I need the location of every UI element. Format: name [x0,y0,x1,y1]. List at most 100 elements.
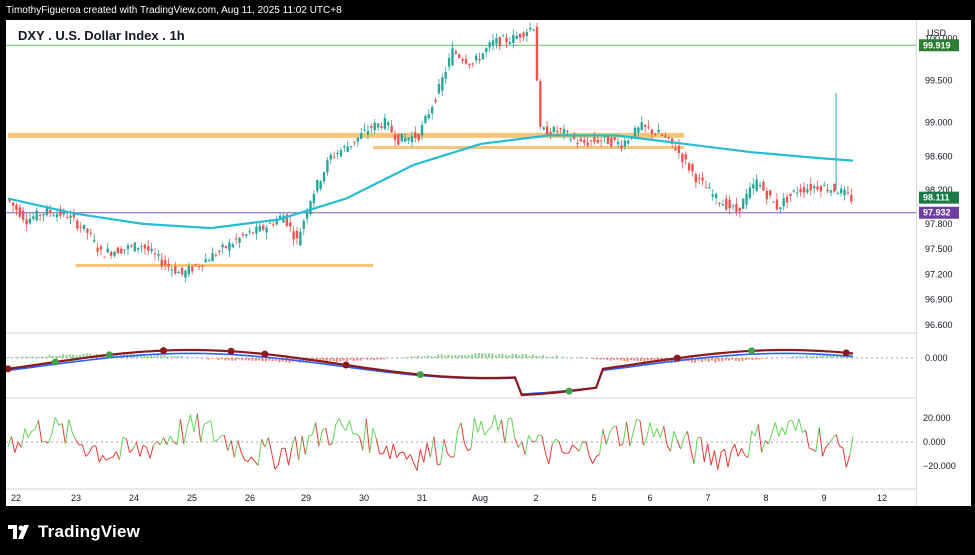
osc1-histogram-bar [626,358,629,362]
osc2-line-segment [207,420,212,423]
candle-body [843,189,846,196]
osc1-histogram-bar [217,358,220,361]
osc2-line-segment [48,432,53,444]
osc1-histogram-bar [511,353,514,358]
osc1-histogram-bar [166,356,169,358]
osc2-line-segment [156,440,161,445]
candle-body [687,163,691,171]
osc1-histogram-bar [55,355,58,358]
candle-body [589,140,593,142]
chart-pane[interactable]: 22 23 24 25 26 29 30 31 Aug 2 5 6 7 8 9 12 DXY . U.S. D… [4,20,916,506]
candle-body [251,232,255,234]
time-axis-label: 9 [821,493,826,503]
osc2-line-segment [315,422,320,447]
candle-body [698,177,701,179]
candle-body [360,133,363,139]
candle-body [420,125,424,136]
osc1-histogram-bar [623,358,626,362]
candle-body [42,214,45,216]
osc2-line-segment [453,430,459,457]
candle-body [701,177,704,181]
osc1-histogram-bar [738,358,741,362]
candle-body [529,27,532,30]
osc2-line-segment [419,449,425,463]
osc2-line-segment [487,427,492,431]
candle-body [596,139,599,143]
osc2-line-segment [585,441,590,457]
candle-body [464,59,468,64]
osc2-line-segment [34,420,39,430]
candle-body [329,154,332,160]
osc2-line-segment [707,443,712,466]
osc1-histogram-bar [342,358,345,361]
osc1-histogram-bar [744,358,747,361]
candle-body [204,259,207,263]
osc2-line-segment [463,442,469,451]
osc2-line-segment [497,419,502,431]
osc1-zero-label: 0.000 [925,353,948,363]
osc1-histogram-bar [545,356,548,358]
osc2-line-segment [261,439,266,448]
osc2-line-segment [166,435,171,446]
osc1-histogram-bar [403,357,406,358]
candle-body [478,58,481,61]
candle-body [305,212,309,219]
chart-svg: 22 23 24 25 26 29 30 31 Aug 2 5 6 7 8 9 12 [4,22,916,503]
candle-body [654,133,657,135]
candle-body [157,254,160,256]
osc2-line-segment [152,440,158,446]
price-tag-label: 99.919 [923,40,951,50]
osc1-histogram-bar [531,354,534,358]
osc2-line-segment [602,429,607,445]
osc2-line-segment [342,426,347,431]
time-axis-label: 6 [647,493,652,503]
candle-body [109,252,113,256]
osc1-histogram-bar [596,358,599,360]
osc1-histogram-bar [427,355,430,358]
candle-body [150,248,153,251]
osc2-line-segment [764,440,769,445]
osc2-line-segment [642,436,648,446]
price-axis[interactable]: USD 100.000 99.919 99.500 99.000 98.600 98.200… [916,20,971,506]
osc1-histogram-bar [494,354,497,358]
price-tick-label: 97.200 [925,269,953,279]
osc2-line-segment [548,444,553,464]
candle-body [444,72,447,79]
candle-body [657,129,660,133]
osc2-line-segment [183,427,188,445]
candle-body [424,115,427,123]
candle-body [691,163,694,172]
osc2-line-segment [37,420,43,443]
candle-body [52,215,55,217]
osc2-line-segment [325,428,330,446]
osc2-line-segment [413,462,418,471]
candle-body [262,225,265,230]
osc1-histogram-bar [156,354,159,358]
candle-body [451,48,454,66]
candle-body [255,226,258,234]
osc2-line-segment [480,421,486,436]
osc1-histogram-bar [65,354,68,358]
osc2-line-segment [274,464,279,470]
osc1-histogram-bar [430,356,433,358]
price-tick-label: 99.500 [925,76,953,86]
candle-body [170,269,174,271]
osc1-histogram-bar [413,356,416,358]
candle-body [268,222,272,224]
osc2-line-segment [68,419,73,433]
osc1-histogram-bar [602,358,605,360]
osc2-line-segment [396,452,401,458]
price-tick-label: 97.800 [925,219,953,229]
candle-body [120,248,123,254]
candle-body [735,204,738,212]
watermark-text: TimothyFigueroa created with TradingView… [6,5,342,16]
osc1-histogram-bar [21,356,24,358]
osc1-cross-marker [105,351,113,359]
osc1-histogram-bar [200,358,203,359]
osc2-line-segment [578,441,584,452]
osc1-histogram-bar [629,358,632,361]
candle-body [660,134,664,136]
osc2-line-segment [139,445,144,457]
osc1-histogram-bar [460,355,463,358]
osc2-line-segment [802,429,806,433]
